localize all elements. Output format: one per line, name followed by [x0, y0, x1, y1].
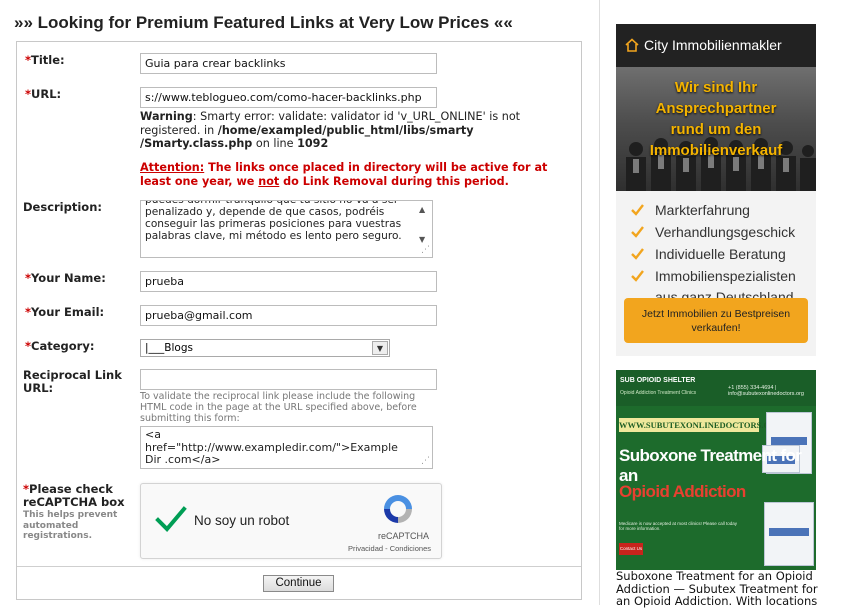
feature-text: Verhandlungsgeschick — [655, 224, 796, 240]
reciprocal-hint: To validate the reciprocal link please i… — [140, 391, 417, 424]
attention-not: not — [258, 175, 280, 188]
warning-online: on line — [252, 137, 298, 150]
title-label-text: Title: — [31, 53, 65, 67]
feature-text: Markterfahrung — [655, 202, 750, 218]
recaptcha-brand: reCAPTCHA — [377, 531, 429, 541]
warning-message: Warning: Smarty error: validate: validat… — [140, 110, 560, 151]
category-selected-value: |___Blogs — [145, 342, 193, 354]
resize-grip-icon[interactable]: ⋰ — [421, 244, 430, 256]
ad2-logo-subtitle: Opioid Addiction Treatment Clinics — [620, 390, 697, 396]
category-label-text: Category: — [31, 339, 95, 353]
ad-company-name: City Immobilienmakler — [644, 37, 782, 53]
ad2-logo-title: SUB OPIOID SHELTER — [620, 377, 696, 384]
title-label: *Title: — [25, 53, 65, 67]
email-input[interactable]: prueba@gmail.com — [140, 305, 437, 326]
feature-item: Verhandlungsgeschick — [630, 222, 810, 243]
ad-cta-button[interactable]: Jetzt Immobilien zu Bestpreisen verkaufe… — [624, 298, 808, 343]
url-label: *URL: — [25, 87, 61, 101]
ad-feature-list: Markterfahrung Verhandlungsgeschick Indi… — [630, 200, 810, 309]
ad2-headline-accent: Opioid Addiction — [619, 482, 746, 501]
check-icon[interactable] — [155, 504, 187, 534]
page-title: »» Looking for Premium Featured Links at… — [14, 13, 513, 32]
check-icon — [631, 270, 644, 282]
ad2-headline: Suboxone Treatment for an — [619, 446, 802, 485]
continue-button[interactable]: Continue — [263, 575, 334, 592]
url-label-text: URL: — [31, 87, 62, 101]
scroll-up-icon[interactable]: ▲ — [419, 204, 425, 216]
url-input[interactable]: s://www.teblogueo.com/como-hacer-backlin… — [140, 87, 437, 108]
warning-label: Warning — [140, 110, 193, 123]
reciprocal-label: Reciprocal Link URL: — [23, 368, 122, 395]
check-icon — [631, 226, 644, 238]
ad2-caption[interactable]: Suboxone Treatment for an Opioid Addicti… — [616, 570, 828, 608]
ad2-url-banner: WWW.SUBUTEXONLINEDOCTORS.ORG — [619, 418, 783, 432]
form-divider — [17, 566, 581, 567]
slogan-line: Ansprechpartner — [655, 100, 777, 117]
check-icon — [631, 204, 644, 216]
ad2-fineprint: Medicare is now accepted at most clinics… — [619, 521, 738, 531]
feature-text: Individuelle Beratung — [655, 246, 786, 262]
attention-message: Attention: The links once placed in dire… — [140, 161, 565, 189]
captcha-label: *Please check reCAPTCHA box — [23, 483, 133, 509]
resize-grip-icon[interactable]: ⋰ — [421, 455, 430, 468]
name-input[interactable]: prueba — [140, 271, 437, 292]
recaptcha-logo-icon — [384, 495, 412, 523]
ad-suboxone-treatment[interactable]: SUB OPIOID SHELTER Opioid Addiction Trea… — [616, 370, 816, 570]
attention-text-end: do Link Removal during this period. — [279, 175, 509, 188]
feature-item: Individuelle Beratung — [630, 244, 810, 265]
description-label: Description: — [23, 200, 102, 214]
ad-team-photo: Wir sind Ihr Ansprechpartner rund um den… — [616, 67, 816, 191]
ad2-header: SUB OPIOID SHELTER Opioid Addiction Trea… — [616, 370, 816, 406]
reciprocal-input[interactable] — [140, 369, 437, 390]
ad-slogan: Wir sind Ihr Ansprechpartner rund um den… — [616, 77, 816, 161]
captcha-label-text: Please check reCAPTCHA box — [23, 482, 125, 509]
recaptcha-links[interactable]: Privacidad - Condiciones — [348, 544, 431, 553]
description-textarea[interactable]: puedes dormir tranquilo que tu sitio no … — [140, 200, 433, 258]
attention-label: Attention: — [140, 161, 205, 174]
recaptcha-checkbox-label[interactable]: No soy un robot — [194, 513, 289, 528]
description-text: puedes dormir tranquilo que tu sitio no … — [145, 200, 402, 242]
house-icon — [625, 38, 639, 52]
title-input[interactable]: Guia para crear backlinks — [140, 53, 437, 74]
top-strip — [0, 0, 841, 8]
ad2-phone: +1 (855) 334-4694 | info@subutexonlinedo… — [728, 385, 804, 397]
sidebar-divider — [599, 0, 600, 605]
slogan-line: Immobilienverkauf — [649, 142, 783, 159]
reciprocal-code: <a href="http://www.exampledir.com/">Exa… — [145, 428, 398, 466]
ad-city-immobilienmakler[interactable]: City Immobilienmakler Wir sind Ihr Anspr… — [616, 24, 816, 356]
email-label-text: Your Email: — [31, 305, 105, 319]
category-label: *Category: — [25, 339, 94, 353]
email-label: *Your Email: — [25, 305, 104, 319]
name-label-text: Your Name: — [31, 271, 106, 285]
chevron-down-icon[interactable]: ▼ — [372, 341, 388, 355]
medicine-box-image — [764, 502, 814, 566]
slogan-line: rund um den — [670, 121, 762, 138]
recaptcha-widget: No soy un robot reCAPTCHA Privacidad - C… — [140, 483, 442, 559]
ad2-contact-button[interactable]: Contact Us — [619, 543, 643, 555]
category-select[interactable]: |___Blogs ▼ — [140, 339, 390, 357]
name-label: *Your Name: — [25, 271, 106, 285]
captcha-note: This helps prevent automated registratio… — [23, 510, 118, 541]
reciprocal-code-textarea[interactable]: <a href="http://www.exampledir.com/">Exa… — [140, 426, 433, 469]
warning-line: 1092 — [297, 137, 329, 150]
ad-header: City Immobilienmakler — [616, 24, 816, 67]
feature-item: Markterfahrung — [630, 200, 810, 221]
check-icon — [631, 248, 644, 260]
slogan-line: Wir sind Ihr — [674, 79, 758, 96]
